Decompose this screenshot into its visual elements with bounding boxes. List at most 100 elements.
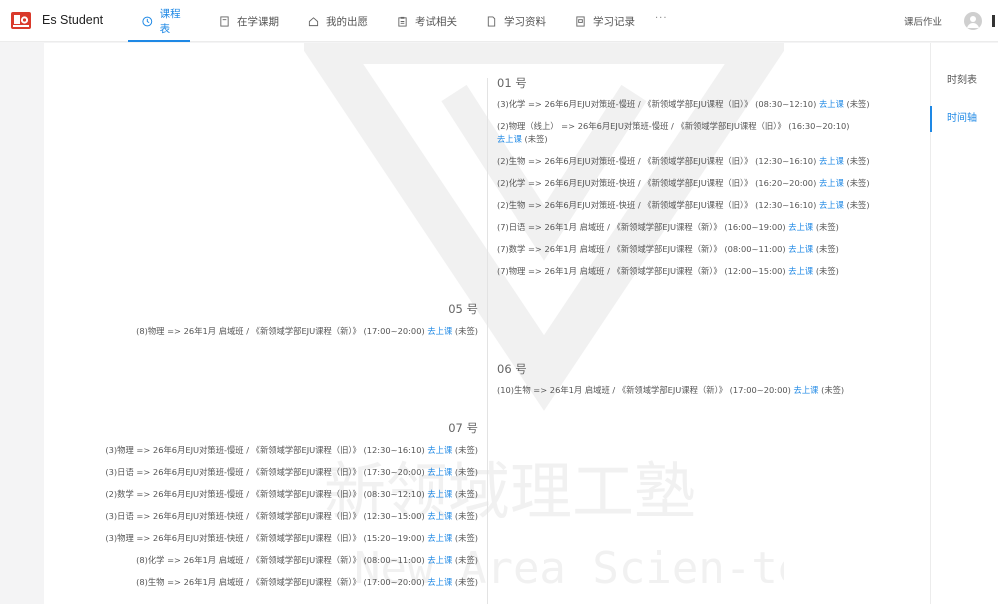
course-row: (3)物理 => 26年6月EJU对策班-快班 / 《新领域学部EJU课程（旧）…: [105, 532, 478, 544]
sign-status: (未签): [454, 511, 478, 521]
course-text: (3)化学 => 26年6月EJU对策班-慢班 / 《新领域学部EJU课程（旧）…: [497, 99, 817, 109]
tab-schedule[interactable]: 课程表: [128, 0, 190, 42]
course-row: (2)物理（线上） => 26年6月EJU对策班-慢班 / 《新领域学部EJU课…: [497, 120, 850, 132]
sign-status: (未签): [454, 555, 478, 565]
nav-more-button[interactable]: ···: [655, 13, 668, 24]
course-row: (3)化学 => 26年6月EJU对策班-慢班 / 《新领域学部EJU课程（旧）…: [497, 98, 870, 110]
join-class-link[interactable]: 去上课: [497, 134, 522, 144]
sign-status: (未签): [454, 533, 478, 543]
menu-edge-icon[interactable]: [992, 15, 995, 27]
course-text: (2)物理（线上） => 26年6月EJU对策班-慢班 / 《新领域学部EJU课…: [497, 121, 850, 131]
tab-label: 我的出愿: [326, 15, 368, 28]
day-label: 01 号: [497, 76, 527, 90]
sign-status: (未签): [821, 385, 845, 395]
brand[interactable]: Es Student: [10, 9, 103, 31]
course-text: (2)数学 => 26年6月EJU对策班-慢班 / 《新领域学部EJU课程（旧）…: [105, 489, 425, 499]
course-row: (2)生物 => 26年6月EJU对策班-快班 / 《新领域学部EJU课程（旧）…: [497, 199, 870, 211]
join-class-link[interactable]: 去上课: [427, 445, 452, 455]
course-row: (2)化学 => 26年6月EJU对策班-快班 / 《新领域学部EJU课程（旧）…: [497, 177, 870, 189]
view-timetable[interactable]: 时刻表: [931, 68, 998, 94]
course-row: (7)日语 => 26年1月 启域班 / 《新领域学部EJU课程（新）》 (16…: [497, 221, 839, 233]
join-class-link[interactable]: 去上课: [427, 467, 452, 477]
user-area: 课后作业: [904, 0, 998, 42]
join-class-link[interactable]: 去上课: [427, 326, 452, 336]
timeline-axis: [487, 78, 488, 604]
clock-icon: [142, 16, 153, 26]
join-class-link[interactable]: 去上课: [788, 222, 813, 232]
course-row: (3)日语 => 26年6月EJU对策班-慢班 / 《新领域学部EJU课程（旧）…: [105, 466, 478, 478]
course-text: (2)化学 => 26年6月EJU对策班-快班 / 《新领域学部EJU课程（旧）…: [497, 178, 817, 188]
day-label: 07 号: [448, 421, 478, 435]
course-text: (3)物理 => 26年6月EJU对策班-慢班 / 《新领域学部EJU课程（旧）…: [105, 445, 425, 455]
course-text: (3)日语 => 26年6月EJU对策班-慢班 / 《新领域学部EJU课程（旧）…: [105, 467, 425, 477]
join-class-link[interactable]: 去上课: [819, 99, 844, 109]
course-row: (8)物理 => 26年1月 启域班 / 《新领域学部EJU课程（新）》 (17…: [136, 325, 478, 337]
join-class-link[interactable]: 去上课: [427, 555, 452, 565]
timeline-panel: 新领域理工塾 New Area Scien-tech 01 号 (3)化学 =>…: [44, 43, 930, 604]
sign-status: (未签): [454, 467, 478, 477]
day-label: 06 号: [497, 362, 527, 376]
document-icon: [220, 15, 229, 27]
join-class-link[interactable]: 去上课: [427, 511, 452, 521]
clipboard-icon: [398, 16, 407, 27]
sign-status: (未签): [454, 445, 478, 455]
user-icon: [967, 16, 979, 28]
record-icon: [576, 15, 585, 27]
join-class-link[interactable]: 去上课: [819, 156, 844, 166]
join-class-link[interactable]: 去上课: [788, 244, 813, 254]
course-row: (8)生物 => 26年1月 启域班 / 《新领域学部EJU课程（新）》 (17…: [136, 576, 478, 588]
tab-label: 学习记录: [593, 15, 635, 28]
day-label: 05 号: [448, 302, 478, 316]
avatar[interactable]: [964, 12, 982, 30]
homework-link[interactable]: 课后作业: [904, 14, 942, 28]
tab-materials[interactable]: 学习资料: [486, 0, 546, 42]
tab-my-applications[interactable]: 我的出愿: [308, 0, 368, 42]
course-row: (2)生物 => 26年6月EJU对策班-慢班 / 《新领域学部EJU课程（旧）…: [497, 155, 870, 167]
tab-label: 学习资料: [504, 15, 546, 28]
course-row-continued: 去上课 (未签): [497, 133, 548, 145]
course-text: (8)化学 => 26年1月 启域班 / 《新领域学部EJU课程（新）》 (08…: [136, 555, 425, 565]
sign-status: (未签): [846, 178, 870, 188]
course-text: (3)日语 => 26年6月EJU对策班-快班 / 《新领域学部EJU课程（旧）…: [105, 511, 425, 521]
tab-records[interactable]: 学习记录: [575, 0, 635, 42]
course-row: (10)生物 => 26年1月 启域班 / 《新领域学部EJU课程（新）》 (1…: [497, 384, 844, 396]
join-class-link[interactable]: 去上课: [819, 178, 844, 188]
sign-status: (未签): [815, 244, 839, 254]
sign-status: (未签): [454, 489, 478, 499]
course-text: (7)物理 => 26年1月 启域班 / 《新领域学部EJU课程（新）》 (12…: [497, 266, 786, 276]
course-text: (2)生物 => 26年6月EJU对策班-慢班 / 《新领域学部EJU课程（旧）…: [497, 156, 817, 166]
app-name: Es Student: [42, 13, 104, 27]
view-switcher: 时刻表 时间轴: [930, 43, 998, 604]
tab-exams[interactable]: 考试相关: [397, 0, 457, 42]
course-row: (3)物理 => 26年6月EJU对策班-慢班 / 《新领域学部EJU课程（旧）…: [105, 444, 478, 456]
course-row: (3)日语 => 26年6月EJU对策班-快班 / 《新领域学部EJU课程（旧）…: [105, 510, 478, 522]
tab-current-terms[interactable]: 在学课期: [219, 0, 279, 42]
file-icon: [487, 15, 496, 27]
sign-status: (未签): [815, 266, 839, 276]
course-row: (8)化学 => 26年1月 启域班 / 《新领域学部EJU课程（新）》 (08…: [136, 554, 478, 566]
course-text: (7)日语 => 26年1月 启域班 / 《新领域学部EJU课程（新）》 (16…: [497, 222, 786, 232]
logo-icon: [11, 12, 31, 29]
course-text: (3)物理 => 26年6月EJU对策班-快班 / 《新领域学部EJU课程（旧）…: [105, 533, 425, 543]
main-nav: 课程表 在学课期 我的出愿 考试相关 学习资料 学习记录: [128, 0, 635, 42]
join-class-link[interactable]: 去上课: [788, 266, 813, 276]
join-class-link[interactable]: 去上课: [819, 200, 844, 210]
sign-status: (未签): [846, 200, 870, 210]
join-class-link[interactable]: 去上课: [427, 533, 452, 543]
tab-label: 在学课期: [237, 15, 279, 28]
home-icon: [308, 16, 319, 26]
join-class-link[interactable]: 去上课: [427, 577, 452, 587]
view-timeline[interactable]: 时间轴: [930, 106, 998, 132]
course-row: (2)数学 => 26年6月EJU对策班-慢班 / 《新领域学部EJU课程（旧）…: [105, 488, 478, 500]
course-text: (8)物理 => 26年1月 启域班 / 《新领域学部EJU课程（新）》 (17…: [136, 326, 425, 336]
sign-status: (未签): [454, 326, 478, 336]
course-text: (10)生物 => 26年1月 启域班 / 《新领域学部EJU课程（新）》 (1…: [497, 385, 791, 395]
sign-status: (未签): [454, 577, 478, 587]
course-row: (7)数学 => 26年1月 启域班 / 《新领域学部EJU课程（新）》 (08…: [497, 243, 839, 255]
course-text: (8)生物 => 26年1月 启域班 / 《新领域学部EJU课程（新）》 (17…: [136, 577, 425, 587]
course-text: (7)数学 => 26年1月 启域班 / 《新领域学部EJU课程（新）》 (08…: [497, 244, 786, 254]
join-class-link[interactable]: 去上课: [794, 385, 819, 395]
sign-status: (未签): [846, 156, 870, 166]
sign-status: (未签): [815, 222, 839, 232]
join-class-link[interactable]: 去上课: [427, 489, 452, 499]
